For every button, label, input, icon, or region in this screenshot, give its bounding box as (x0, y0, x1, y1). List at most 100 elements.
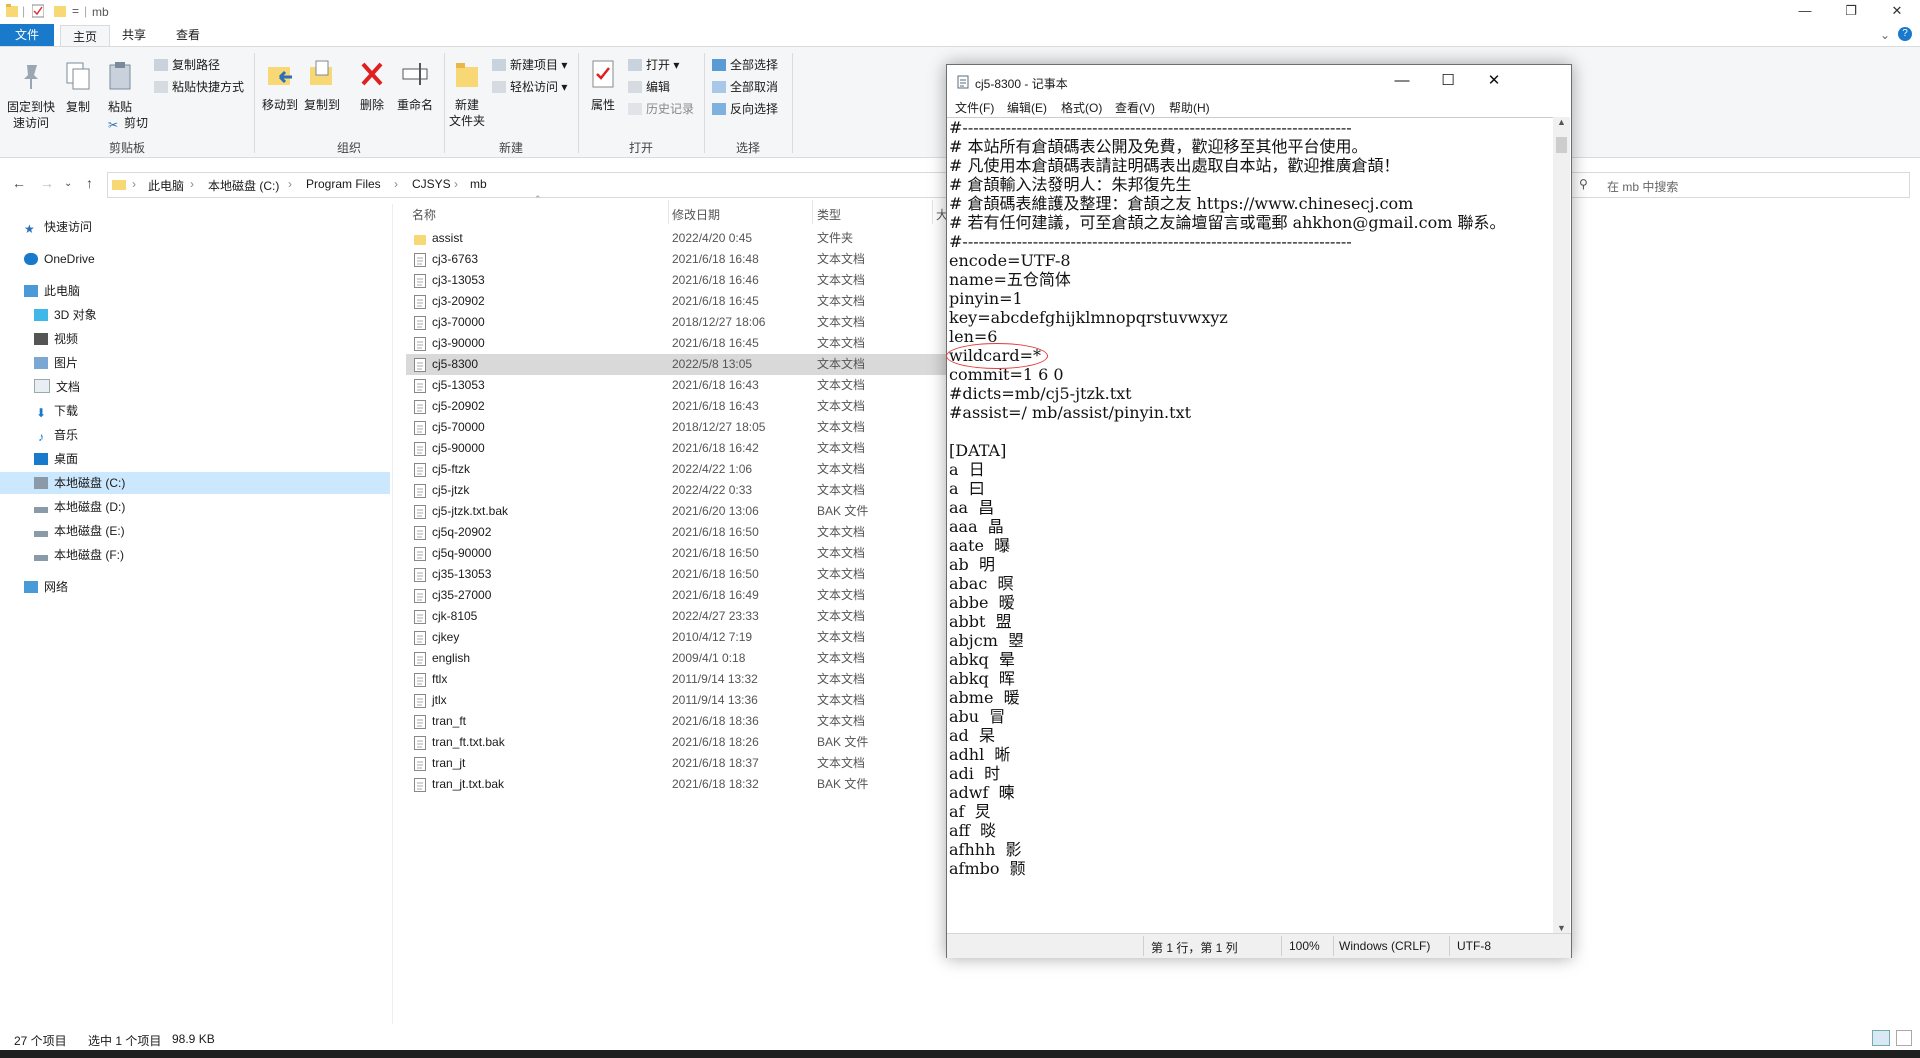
file-row[interactable]: cj5-70000 2018/12/27 18:05 文本文档 (406, 417, 946, 438)
large-icons-view-icon[interactable] (1896, 1030, 1912, 1046)
details-view-icon[interactable] (1872, 1030, 1890, 1046)
delete-button[interactable]: 删除 (354, 59, 390, 113)
scrollbar-thumb[interactable] (1556, 137, 1567, 153)
easy-access-button[interactable]: 轻松访问 ▾ (492, 77, 567, 97)
nav-drive-e[interactable]: 本地磁盘 (E:) (34, 520, 125, 542)
history-button[interactable]: 历史记录 (628, 99, 694, 119)
file-row[interactable]: assist 2022/4/20 0:45 文件夹 (406, 228, 946, 249)
new-folder-button[interactable]: 新建 文件夹 (446, 59, 488, 129)
tab-share[interactable]: 共享 (110, 24, 158, 46)
edit-button[interactable]: 编辑 (628, 77, 670, 97)
file-row[interactable]: cj3-90000 2021/6/18 16:45 文本文档 (406, 333, 946, 354)
notepad-minimize-button[interactable]: — (1379, 65, 1425, 97)
tab-view[interactable]: 查看 (164, 24, 212, 46)
file-row[interactable]: cj35-27000 2021/6/18 16:49 文本文档 (406, 585, 946, 606)
collapse-ribbon-icon[interactable]: ⌄ (1880, 28, 1890, 42)
file-row[interactable]: cjk-8105 2022/4/27 23:33 文本文档 (406, 606, 946, 627)
notepad-close-button[interactable]: ✕ (1471, 65, 1517, 97)
help-icon[interactable]: ? (1898, 27, 1912, 41)
column-header-name[interactable]: 名称 (412, 206, 436, 223)
file-row[interactable]: cj3-13053 2021/6/18 16:46 文本文档 (406, 270, 946, 291)
invert-selection-button[interactable]: 反向选择 (712, 99, 778, 119)
up-arrow-icon[interactable]: ↑ (86, 175, 93, 191)
copy-to-button[interactable]: 复制到 (302, 59, 342, 113)
file-row[interactable]: cj5-20902 2021/6/18 16:43 文本文档 (406, 396, 946, 417)
column-header-date[interactable]: 修改日期 (672, 206, 720, 223)
text-editor-area[interactable]: #---------------------------------------… (947, 117, 1553, 934)
breadcrumb-this-pc[interactable]: 此电脑 (148, 177, 184, 194)
file-row[interactable]: cj5-90000 2021/6/18 16:42 文本文档 (406, 438, 946, 459)
menu-view[interactable]: 查看(V) (1115, 99, 1155, 116)
pin-quick-access-button[interactable]: 固定到快 速访问 (6, 61, 56, 131)
nav-3d-objects[interactable]: 3D 对象 (34, 304, 97, 326)
file-row[interactable]: jtlx 2011/9/14 13:36 文本文档 (406, 690, 946, 711)
tab-file[interactable]: 文件 (0, 24, 54, 46)
file-row[interactable]: cj5-jtzk.txt.bak 2021/6/20 13:06 BAK 文件 (406, 501, 946, 522)
file-row[interactable]: cjkey 2010/4/12 7:19 文本文档 (406, 627, 946, 648)
file-row[interactable]: cj5-8300 2022/5/8 13:05 文本文档 (406, 354, 946, 375)
breadcrumb-program-files[interactable]: Program Files (306, 177, 381, 191)
copy-path-button[interactable]: 复制路径 (154, 55, 220, 75)
nav-music[interactable]: ♪ 音乐 (34, 424, 78, 446)
menu-help[interactable]: 帮助(H) (1169, 99, 1210, 116)
nav-network[interactable]: 网络 (24, 576, 68, 598)
nav-drive-c[interactable]: 本地磁盘 (C:) (0, 472, 390, 494)
select-none-button[interactable]: 全部取消 (712, 77, 778, 97)
properties-button[interactable]: 属性 (586, 59, 620, 113)
file-row[interactable]: cj5-13053 2021/6/18 16:43 文本文档 (406, 375, 946, 396)
nav-desktop[interactable]: 桌面 (34, 448, 78, 470)
file-row[interactable]: cj3-20902 2021/6/18 16:45 文本文档 (406, 291, 946, 312)
copy-button[interactable]: 复制 (62, 61, 94, 115)
file-row[interactable]: cj5q-90000 2021/6/18 16:50 文本文档 (406, 543, 946, 564)
file-row[interactable]: cj5q-20902 2021/6/18 16:50 文本文档 (406, 522, 946, 543)
file-row[interactable]: cj5-jtzk 2022/4/22 0:33 文本文档 (406, 480, 946, 501)
file-row[interactable]: cj3-6763 2021/6/18 16:48 文本文档 (406, 249, 946, 270)
vertical-scrollbar[interactable]: ▲ ▼ (1553, 117, 1570, 933)
nav-documents[interactable]: 文档 (34, 376, 80, 398)
nav-drive-f[interactable]: 本地磁盘 (F:) (34, 544, 124, 566)
nav-pictures[interactable]: 图片 (34, 352, 78, 374)
column-header-type[interactable]: 类型 (817, 206, 841, 223)
new-item-button[interactable]: 新建项目 ▾ (492, 55, 567, 75)
new-folder-quick-icon[interactable] (54, 4, 66, 18)
paste-shortcut-button[interactable]: 粘贴快捷方式 (154, 77, 244, 97)
nav-downloads[interactable]: ⬇ 下载 (34, 400, 78, 422)
move-to-button[interactable]: 移动到 (260, 59, 300, 113)
nav-onedrive[interactable]: OneDrive (24, 248, 95, 270)
file-row[interactable]: tran_ft.txt.bak 2021/6/18 18:26 BAK 文件 (406, 732, 946, 753)
close-button[interactable]: ✕ (1874, 0, 1920, 24)
file-row[interactable]: tran_ft 2021/6/18 18:36 文本文档 (406, 711, 946, 732)
back-arrow-icon[interactable]: ← (12, 175, 26, 191)
scroll-down-icon[interactable]: ▼ (1557, 923, 1566, 933)
maximize-button[interactable]: ❐ (1828, 0, 1874, 24)
rename-button[interactable]: 重命名 (394, 59, 436, 113)
nav-videos[interactable]: 视频 (34, 328, 78, 350)
paste-button[interactable]: 粘贴 (104, 61, 136, 115)
menu-format[interactable]: 格式(O) (1061, 99, 1102, 116)
open-button[interactable]: 打开 ▾ (628, 55, 679, 75)
file-row[interactable]: cj35-13053 2021/6/18 16:50 文本文档 (406, 564, 946, 585)
scroll-up-icon[interactable]: ▲ (1557, 117, 1566, 127)
minimize-button[interactable]: — (1782, 0, 1828, 24)
properties-quick-icon[interactable] (32, 4, 44, 18)
cut-button[interactable]: ✂ 剪切 (106, 113, 148, 133)
file-row[interactable]: tran_jt 2021/6/18 18:37 文本文档 (406, 753, 946, 774)
forward-arrow-icon[interactable]: → (40, 175, 54, 191)
file-row[interactable]: ftlx 2011/9/14 13:32 文本文档 (406, 669, 946, 690)
menu-file[interactable]: 文件(F) (955, 99, 994, 116)
nav-quick-access[interactable]: ★ 快速访问 (24, 216, 92, 238)
breadcrumb-cjsys[interactable]: CJSYS (412, 177, 451, 191)
file-row[interactable]: english 2009/4/1 0:18 文本文档 (406, 648, 946, 669)
file-row[interactable]: cj5-ftzk 2022/4/22 1:06 文本文档 (406, 459, 946, 480)
select-all-button[interactable]: 全部选择 (712, 55, 778, 75)
nav-this-pc[interactable]: 此电脑 (24, 280, 80, 302)
notepad-maximize-button[interactable]: ☐ (1425, 65, 1471, 97)
breadcrumb-mb[interactable]: mb (470, 177, 487, 191)
file-row[interactable]: cj3-70000 2018/12/27 18:06 文本文档 (406, 312, 946, 333)
search-input[interactable]: ⚲ 在 mb 中搜索 (1568, 172, 1910, 198)
recent-locations-icon[interactable]: ⌄ (64, 178, 72, 189)
breadcrumb-drive-c[interactable]: 本地磁盘 (C:) (208, 177, 279, 194)
tab-home[interactable]: 主页 (60, 25, 111, 48)
nav-drive-d[interactable]: 本地磁盘 (D:) (34, 496, 125, 518)
file-row[interactable]: tran_jt.txt.bak 2021/6/18 18:32 BAK 文件 (406, 774, 946, 795)
